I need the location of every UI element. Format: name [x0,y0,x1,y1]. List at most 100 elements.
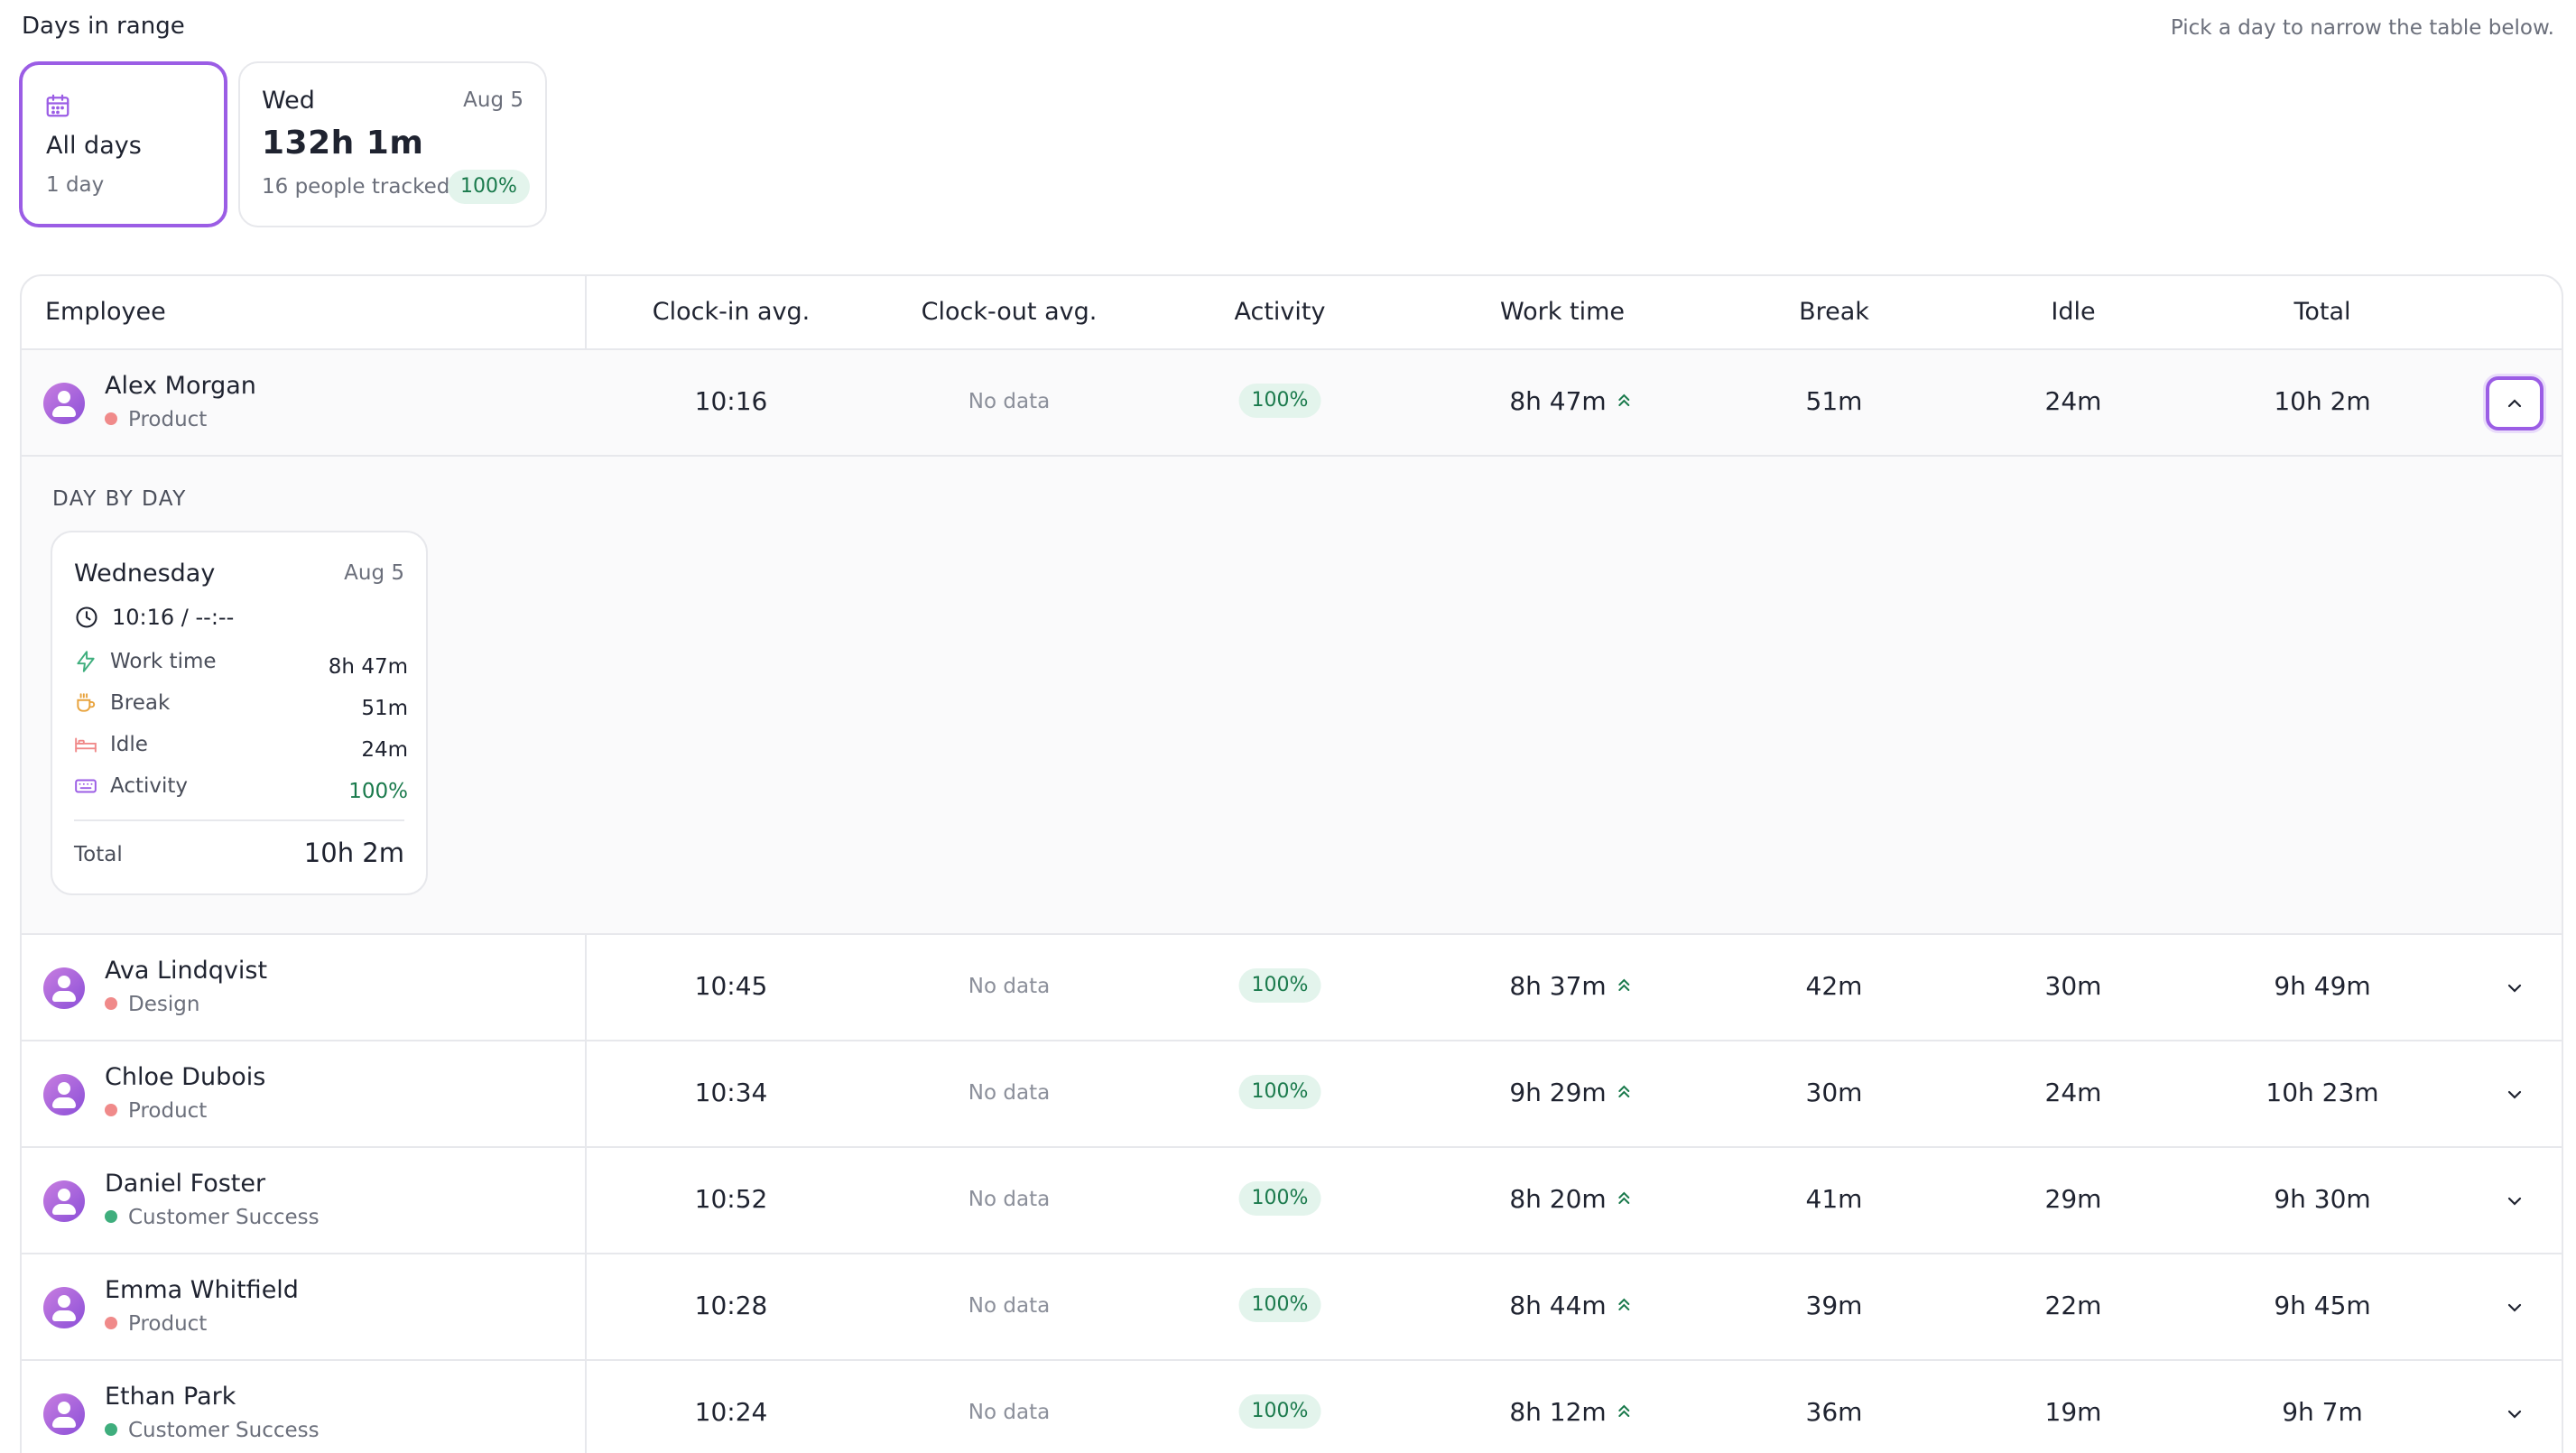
detail-total-value: 10h 2m [303,838,404,868]
detail-date: Aug 5 [344,561,404,585]
team-dot [105,1210,117,1223]
day-card-date: Aug 5 [463,88,524,112]
total-value: 10h 23m [2266,1078,2379,1107]
day-card-wed[interactable]: Wed Aug 5 132h 1m 16 people tracked 100% [238,61,547,227]
idle-value: 29m [2044,1184,2102,1214]
idle-value: 30m [2044,971,2102,1001]
work-time-cell: 8h 20m [1509,1184,1631,1214]
break-value: 51m [1805,386,1863,416]
expand-row-button[interactable] [2497,1184,2532,1218]
clock-in-value: 10:52 [694,1184,768,1214]
activity-badge: 100% [1238,1181,1321,1216]
team-dot [105,1423,117,1436]
clock-out-value: No data [968,1081,1051,1105]
work-time-cell: 8h 12m [1509,1397,1631,1427]
avatar [43,1393,85,1435]
table-row[interactable]: Emma Whitfield Product 10:28 No data 100… [22,1254,2562,1361]
table-row[interactable]: Alex Morgan Product 10:16 No data 100% 8… [22,350,2562,457]
activity-cell: 100% [1238,1180,1321,1216]
day-detail-card: Wednesday Aug 5 10:16 / --:-- Work time … [51,531,428,895]
detail-row-activity: Activity 100% [74,774,408,803]
header-total[interactable]: Total [2293,298,2350,326]
table-header: Employee Clock-in avg. Clock-out avg. Ac… [22,276,2562,350]
collapse-row-button[interactable] [2486,376,2544,430]
avatar [43,967,85,1009]
clock-icon [76,606,97,628]
day-card-total: 132h 1m [262,125,424,162]
top-bar: Days in range Pick a day to narrow the t… [22,13,2554,45]
avatar [43,1180,85,1222]
activity-badge: 100% [1238,1075,1321,1109]
header-break[interactable]: Break [1799,298,1869,326]
clock-out-value: No data [968,975,1051,998]
expand-row-button[interactable] [2497,1078,2532,1112]
clock-in-value: 10:24 [694,1397,768,1427]
idle-value: 19m [2044,1397,2102,1427]
clock-row: 10:16 / --:-- [74,605,234,630]
detail-activity-value: 100% [348,780,408,803]
day-card-sub: 1 day [46,173,105,197]
clock-in-value: 10:34 [694,1078,768,1107]
expand-row-button[interactable] [2497,1397,2532,1431]
header-employee[interactable]: Employee [45,298,166,326]
employee-team: Product [105,1312,207,1336]
team-dot [105,997,117,1010]
chevron-down-icon [2507,984,2522,993]
attendance-table: Employee Clock-in avg. Clock-out avg. Ac… [20,274,2563,1453]
activity-badge: 100% [1238,1288,1321,1322]
team-dot [105,1317,117,1329]
clock-out-value: No data [968,390,1051,413]
table-row[interactable]: Daniel Foster Customer Success 10:52 No … [22,1148,2562,1254]
clock-in-value: 10:16 [694,386,768,416]
total-value: 9h 49m [2274,971,2371,1001]
total-value: 10h 2m [2274,386,2371,416]
double-chevron-up-icon [1618,1191,1630,1204]
employee-team: Customer Success [105,1419,320,1442]
break-value: 30m [1805,1078,1863,1107]
table-row[interactable]: Ava Lindqvist Design 10:45 No data 100% … [22,935,2562,1041]
employee-name: Ava Lindqvist [105,957,268,985]
team-dot [105,412,117,425]
table-row[interactable]: Ethan Park Customer Success 10:24 No dat… [22,1361,2562,1453]
idle-value: 24m [2044,386,2102,416]
employee-name: Alex Morgan [105,372,256,400]
coffee-cup-icon [77,693,96,712]
header-clock-out[interactable]: Clock-out avg. [922,298,1098,326]
day-card-label: All days [46,132,142,160]
clock-in-value: 10:45 [694,971,768,1001]
double-chevron-up-icon [1618,978,1630,991]
detail-idle-value: 24m [361,738,408,762]
clock-out-value: No data [968,1294,1051,1318]
header-activity[interactable]: Activity [1235,298,1326,326]
activity-cell: 100% [1238,1074,1321,1109]
idle-value: 22m [2044,1291,2102,1320]
detail-row-break: Break 51m [74,691,408,720]
expand-row-button[interactable] [2497,971,2532,1005]
avatar [43,383,85,424]
table-row[interactable]: Chloe Dubois Product 10:34 No data 100% … [22,1041,2562,1148]
employee-team: Design [105,993,199,1016]
activity-cell: 100% [1238,1287,1321,1322]
chevron-up-icon [2507,399,2522,408]
activity-cell: 100% [1238,967,1321,1003]
employee-name: Emma Whitfield [105,1276,299,1304]
day-by-day-panel: DAY BY DAY Wednesday Aug 5 10:16 / --:--… [22,457,2562,935]
chevron-down-icon [2507,1410,2522,1419]
work-time-cell: 8h 44m [1509,1291,1631,1320]
team-dot [105,1104,117,1116]
activity-cell: 100% [1238,383,1321,418]
detail-total-label: Total [74,843,123,866]
header-clock-in[interactable]: Clock-in avg. [653,298,811,326]
clock-in-value: 10:28 [694,1291,768,1320]
total-value: 9h 45m [2274,1291,2371,1320]
avatar [43,1287,85,1328]
idle-value: 24m [2044,1078,2102,1107]
day-card-all-days[interactable]: All days 1 day [19,61,227,227]
clock-out-value: No data [968,1401,1051,1424]
employee-team: Product [105,1099,207,1123]
header-idle[interactable]: Idle [2051,298,2095,326]
total-value: 9h 7m [2282,1397,2363,1427]
header-work-time[interactable]: Work time [1500,298,1625,326]
employee-team: Customer Success [105,1206,320,1229]
expand-row-button[interactable] [2497,1291,2532,1325]
